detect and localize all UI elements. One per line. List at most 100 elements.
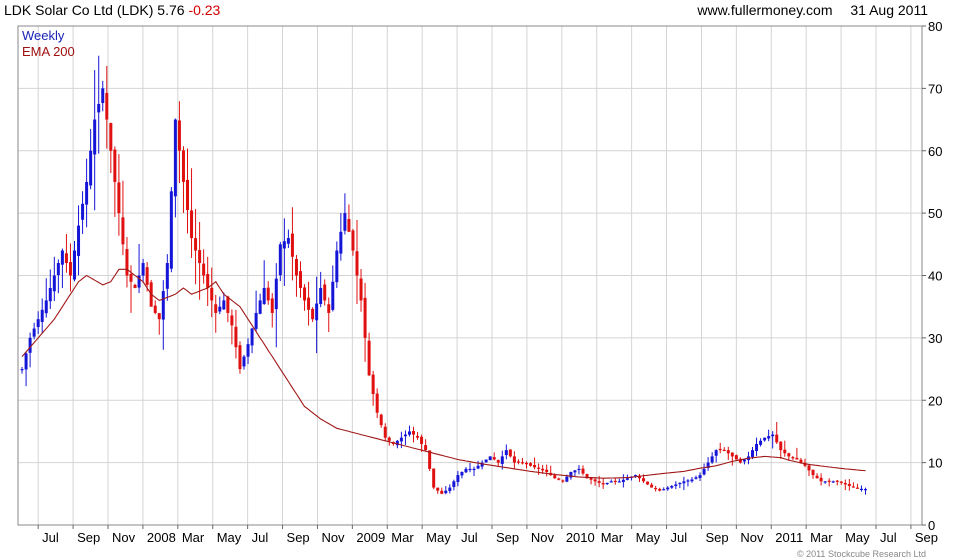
candle-body [48,287,52,302]
x-tick-label: Nov [740,530,764,545]
candle-body [323,284,327,301]
x-tick-label: May [217,530,242,545]
candle-body [64,253,68,264]
candle-body [242,356,246,367]
candle-body [294,259,298,276]
candle-body [670,486,674,488]
candle-body [751,450,754,458]
candle-body [843,482,847,485]
candle-body [290,233,294,257]
candle-body [787,453,791,457]
candle-body [504,450,508,456]
candle-body [97,103,101,113]
x-tick-label: Jul [252,530,269,545]
x-tick-label: 2008 [147,530,176,545]
candle-body [625,478,629,480]
candle-body [444,490,448,494]
candle-body [654,487,658,490]
candle-body [101,88,105,104]
candle-body [714,450,718,456]
candle-body [678,482,682,485]
candle-body [109,123,113,151]
candle-body [36,319,40,328]
candle-body [508,449,512,457]
x-tick-label: Mar [810,530,833,545]
candle-body [662,489,666,491]
candle-body [60,250,64,265]
y-tick-label: 80 [928,19,942,34]
candle-body [650,484,654,488]
candle-body [303,287,307,301]
candle-body [311,308,315,320]
x-tick-label: Sep [496,530,519,545]
candle-body [282,241,286,249]
x-tick-label: May [426,530,451,545]
candle-body [484,459,488,463]
candle-body [452,481,456,487]
x-tick-label: Jul [880,530,897,545]
candle-body [492,457,496,460]
candle-body [351,230,355,251]
candle-body [121,217,125,245]
candle-body [299,271,302,288]
legend-weekly: Weekly [22,28,65,43]
candle-body [621,479,625,483]
candle-body [145,267,149,285]
candle-body [855,487,859,489]
candle-body [181,150,185,182]
candle-body [831,481,835,483]
candle-body [666,487,670,490]
candle-body [577,468,581,471]
candle-body [823,481,827,483]
ema-200-line [21,268,866,479]
candle-body [755,443,759,451]
x-axis: Jul Sep Nov 2008 Mar May Jul Sep Nov 2009 Mar May Ju… [37,525,938,545]
x-tick-label: May [636,530,661,545]
candle-body [81,203,85,220]
candle-body [355,251,359,276]
candle-body [730,452,734,457]
candle-body [250,328,254,346]
candle-body [613,480,617,483]
x-tick-label: 2009 [356,530,385,545]
candle-body [460,471,464,476]
candle-body [698,475,702,479]
candle-body [686,480,690,482]
candle-body [77,225,81,256]
candle-body [202,263,206,276]
candle-body [609,481,613,483]
candle-body [315,303,319,321]
candle-body [807,465,811,471]
candle-body [476,465,480,469]
candle-body [436,487,440,491]
y-tick-label: 20 [928,393,942,408]
candle-body [343,213,347,231]
candle-body [399,437,403,442]
candle-body [819,477,823,482]
candle-body [218,306,222,312]
candle-body [52,275,56,292]
candle-body [694,477,698,479]
candle-body [516,461,520,463]
candle-body [407,431,411,435]
candle-body [234,326,238,348]
candle-body [141,263,145,276]
candle-body [371,374,375,395]
x-tick-label: Sep [287,530,310,545]
candle-body [520,462,524,464]
candle-body [791,457,795,459]
candle-body [859,488,863,491]
candle-body [642,478,646,482]
candle-body [512,456,516,463]
x-tick-label: Nov [531,530,555,545]
candle-body [105,92,109,120]
candle-body [581,468,585,474]
candle-body [379,414,383,426]
candle-body [775,434,779,443]
candle-body [537,467,541,469]
candle-body [561,480,565,482]
candle-body [448,487,452,491]
candle-body [545,469,549,472]
candle-body [165,263,169,289]
candle-body [674,484,678,486]
